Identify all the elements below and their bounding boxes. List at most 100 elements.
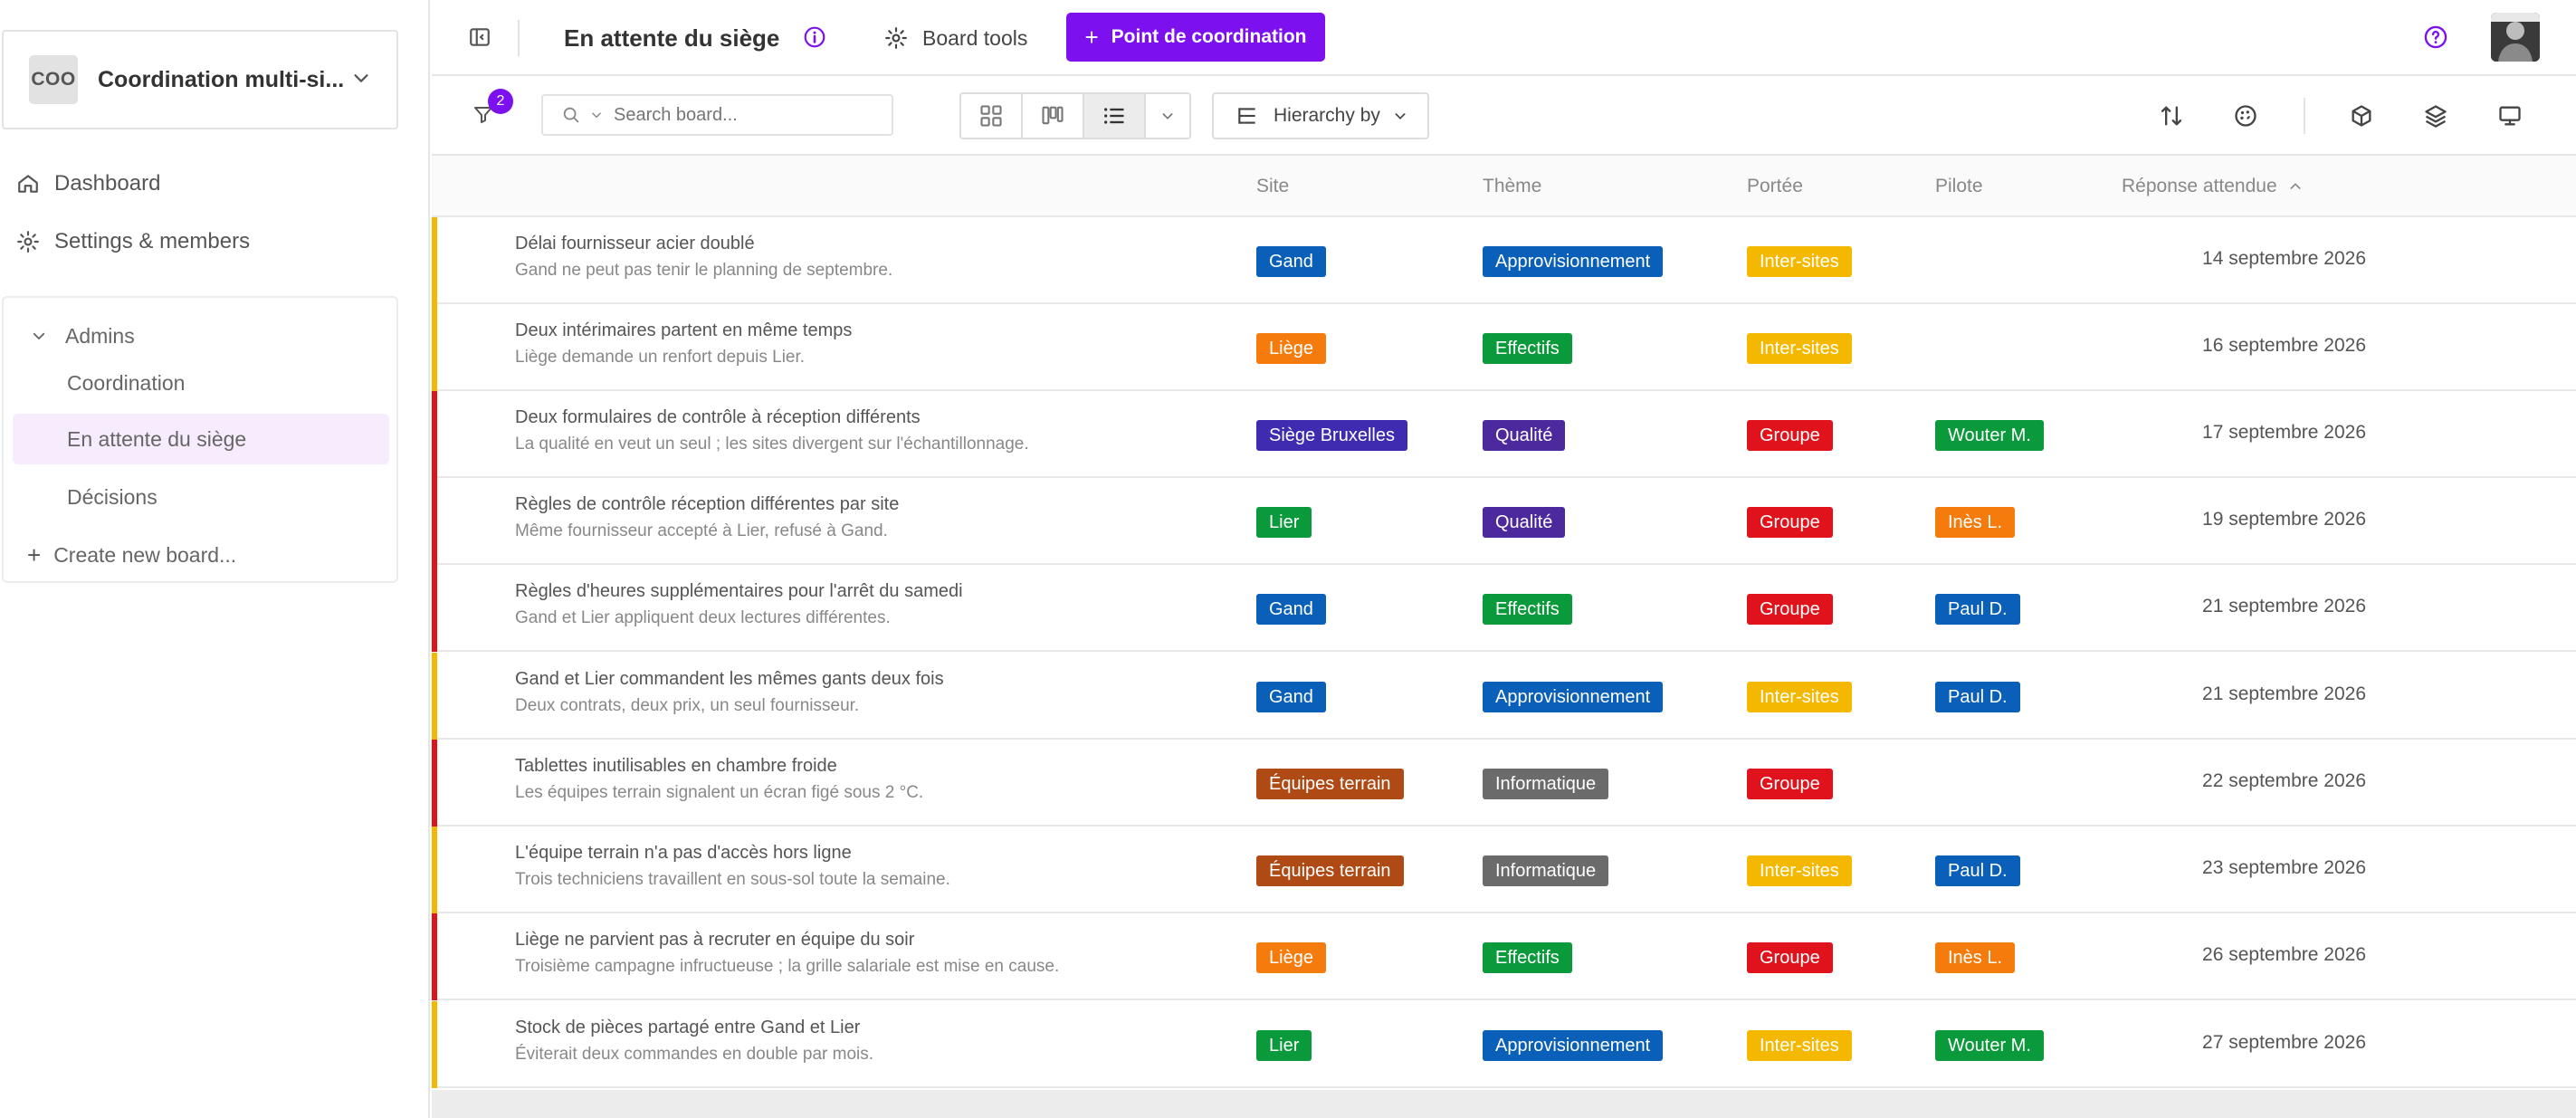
scope-tag[interactable]: Groupe — [1747, 420, 1833, 451]
table-row[interactable]: Règles de contrôle réception différentes… — [432, 478, 2576, 565]
scope-tag[interactable]: Inter-sites — [1747, 246, 1852, 277]
board-item-label: En attente du siège — [67, 426, 247, 451]
table-footer — [432, 1090, 2576, 1118]
table-row[interactable]: Deux formulaires de contrôle à réception… — [432, 391, 2576, 478]
table-row[interactable]: Gand et Lier commandent les mêmes gants … — [432, 653, 2576, 740]
scope-tag[interactable]: Inter-sites — [1747, 1030, 1852, 1061]
pilot-tag[interactable]: Paul D. — [1935, 855, 2020, 886]
theme-tag[interactable]: Approvisionnement — [1483, 682, 1664, 712]
row-description: La qualité en veut un seul ; les sites d… — [515, 435, 1029, 454]
search-box[interactable] — [541, 94, 893, 136]
kanban-view-button[interactable] — [1023, 94, 1084, 138]
add-coordination-point-button[interactable]: + Point de coordination — [1066, 13, 1325, 62]
site-tag[interactable]: Lier — [1256, 1030, 1312, 1061]
pilot-tag[interactable]: Paul D. — [1935, 682, 2020, 712]
pilot-tag[interactable]: Wouter M. — [1935, 420, 2044, 451]
sidebar: COO Coordination multi-si... Dashboard S… — [0, 0, 430, 1118]
nav-settings[interactable]: Settings & members — [16, 224, 250, 260]
table-row[interactable]: L'équipe terrain n'a pas d'accès hors li… — [432, 827, 2576, 913]
plus-icon: + — [27, 540, 42, 569]
theme-tag[interactable]: Effectifs — [1483, 942, 1572, 973]
due-date: 14 septembre 2026 — [2202, 248, 2366, 269]
theme-tag[interactable]: Informatique — [1483, 769, 1609, 799]
nav-dashboard[interactable]: Dashboard — [16, 166, 160, 202]
theme-tag[interactable]: Qualité — [1483, 507, 1566, 538]
column-header-scope[interactable]: Portée — [1747, 156, 1803, 217]
sidebar-toggle-icon[interactable] — [468, 25, 491, 49]
pilot-tag[interactable]: Inès L. — [1935, 507, 2016, 538]
user-avatar[interactable] — [2491, 13, 2540, 62]
site-tag[interactable]: Lier — [1256, 507, 1312, 538]
site-tag[interactable]: Équipes terrain — [1256, 769, 1404, 799]
table-row[interactable]: Liège ne parvient pas à recruter en équi… — [432, 913, 2576, 1000]
boards-group-admins[interactable]: Admins — [31, 311, 135, 361]
scope-tag[interactable]: Groupe — [1747, 594, 1833, 625]
priority-stripe — [432, 478, 437, 565]
scope-tag[interactable]: Inter-sites — [1747, 855, 1852, 886]
workspace-switcher[interactable]: COO Coordination multi-si... — [2, 30, 398, 129]
theme-tag[interactable]: Qualité — [1483, 420, 1566, 451]
add-coordination-point-label: Point de coordination — [1111, 26, 1307, 47]
table-row[interactable]: Stock de pièces partagé entre Gand et Li… — [432, 1001, 2576, 1088]
row-title: Délai fournisseur acier doublé — [515, 234, 755, 253]
site-tag[interactable]: Gand — [1256, 682, 1326, 712]
theme-tag[interactable]: Effectifs — [1483, 333, 1572, 364]
help-icon[interactable] — [2423, 24, 2448, 50]
board-item-en-attente[interactable]: En attente du siège — [13, 414, 389, 464]
avatar-image — [2491, 13, 2540, 62]
chevron-down-icon — [354, 74, 368, 82]
column-header-site[interactable]: Site — [1256, 156, 1289, 217]
scope-tag[interactable]: Groupe — [1747, 769, 1833, 799]
table-row[interactable]: Deux intérimaires partent en même temps L… — [432, 304, 2576, 391]
site-tag[interactable]: Équipes terrain — [1256, 855, 1404, 886]
hierarchy-by-dropdown[interactable]: Hierarchy by — [1212, 92, 1429, 139]
board-item-label: Coordination — [67, 370, 186, 395]
site-tag[interactable]: Siège Bruxelles — [1256, 420, 1407, 451]
monitor-icon[interactable] — [2497, 103, 2523, 129]
theme-tag[interactable]: Approvisionnement — [1483, 1030, 1664, 1061]
table-row[interactable]: Tablettes inutilisables en chambre froid… — [432, 740, 2576, 827]
scope-tag[interactable]: Inter-sites — [1747, 333, 1852, 364]
plus-icon: + — [1084, 23, 1099, 51]
table-row[interactable]: Règles d'heures supplémentaires pour l'a… — [432, 565, 2576, 652]
board-item-coordination[interactable]: Coordination — [13, 358, 389, 408]
table-row[interactable]: Délai fournisseur acier doublé Gand ne pe… — [432, 217, 2576, 304]
layers-icon[interactable] — [2423, 103, 2448, 129]
column-header-due-label: Réponse attendue — [2122, 176, 2277, 196]
sort-icon[interactable] — [2159, 103, 2184, 129]
row-description: Les équipes terrain signalent un écran f… — [515, 783, 924, 802]
create-board-button[interactable]: + Create new board... — [27, 537, 236, 573]
row-description: Gand et Lier appliquent deux lectures di… — [515, 608, 891, 627]
site-tag[interactable]: Liège — [1256, 942, 1326, 973]
board-tools-button[interactable]: Board tools — [884, 20, 1027, 56]
theme-tag[interactable]: Effectifs — [1483, 594, 1572, 625]
scope-tag[interactable]: Groupe — [1747, 507, 1833, 538]
site-tag[interactable]: Gand — [1256, 246, 1326, 277]
cube-icon[interactable] — [2349, 103, 2374, 129]
list-view-button[interactable] — [1084, 94, 1146, 138]
site-tag[interactable]: Liège — [1256, 333, 1326, 364]
board-item-decisions[interactable]: Décisions — [13, 472, 389, 522]
more-views-button[interactable] — [1146, 94, 1189, 138]
pilot-tag[interactable]: Wouter M. — [1935, 1030, 2044, 1061]
palette-icon[interactable] — [2233, 103, 2258, 129]
pilot-tag[interactable]: Paul D. — [1935, 594, 2020, 625]
site-tag[interactable]: Gand — [1256, 594, 1326, 625]
priority-stripe — [432, 1001, 437, 1088]
column-header-theme[interactable]: Thème — [1483, 156, 1541, 217]
theme-tag[interactable]: Approvisionnement — [1483, 246, 1664, 277]
grid-view-button[interactable] — [961, 94, 1023, 138]
list-icon — [1104, 108, 1124, 124]
row-title: Gand et Lier commandent les mêmes gants … — [515, 669, 944, 689]
column-header-pilot[interactable]: Pilote — [1935, 156, 1983, 217]
scope-tag[interactable]: Inter-sites — [1747, 682, 1852, 712]
info-icon[interactable] — [803, 25, 826, 49]
scope-tag[interactable]: Groupe — [1747, 942, 1833, 973]
chevron-down-icon — [1395, 113, 1406, 119]
priority-stripe — [432, 653, 437, 740]
board-item-label: Décisions — [67, 484, 157, 509]
search-input[interactable] — [614, 104, 849, 126]
pilot-tag[interactable]: Inès L. — [1935, 942, 2016, 973]
theme-tag[interactable]: Informatique — [1483, 855, 1609, 886]
column-header-due[interactable]: Réponse attendue — [2122, 156, 2303, 217]
